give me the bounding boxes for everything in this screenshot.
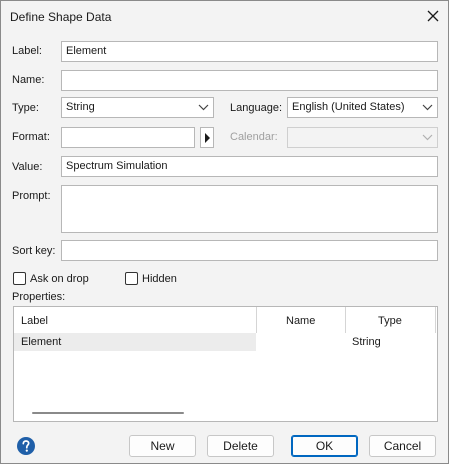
table-cell-label[interactable]: Element [21,336,61,348]
question-mark-icon [17,437,35,455]
ask-on-drop-checkbox[interactable] [13,272,26,285]
type-field-label: Type: [12,102,39,114]
chevron-down-icon [422,104,433,111]
play-triangle-icon [205,133,210,143]
help-button[interactable] [16,436,36,456]
prompt-textarea[interactable] [61,185,438,233]
prompt-field-label: Prompt: [12,190,51,202]
type-select[interactable]: String [61,97,214,118]
calendar-field-label: Calendar: [230,131,278,143]
name-input[interactable] [61,70,438,91]
ask-on-drop-label[interactable]: Ask on drop [30,273,89,285]
table-cell-type[interactable]: String [352,336,381,348]
horizontal-scrollbar[interactable] [32,412,184,414]
type-select-value: String [66,101,95,113]
language-select[interactable]: English (United States) [287,97,438,118]
label-input[interactable]: Element [61,41,438,62]
value-field-label: Value: [12,161,43,173]
column-header-type[interactable]: Type [378,307,402,333]
column-divider[interactable] [435,307,436,333]
name-field-label: Name: [12,74,45,86]
value-input[interactable]: Spectrum Simulation [61,156,438,177]
dialog-title: Define Shape Data [10,10,112,24]
label-field-label: Label: [12,45,42,57]
language-select-value: English (United States) [292,101,405,113]
format-field-label: Format: [12,131,50,143]
hidden-checkbox[interactable] [125,272,138,285]
language-field-label: Language: [230,102,282,114]
close-icon [427,10,439,22]
properties-table[interactable]: Label Name Type Element String [13,306,438,422]
chevron-down-icon [422,134,433,141]
column-header-label[interactable]: Label [21,307,48,333]
column-divider[interactable] [256,307,257,333]
new-button[interactable]: New [129,435,196,457]
delete-button[interactable]: Delete [207,435,274,457]
title-bar: Define Shape Data [1,1,448,33]
define-shape-data-dialog: Define Shape Data Label: Element Name: T… [0,0,449,464]
close-button[interactable] [418,1,448,33]
sort-key-field-label: Sort key: [12,245,56,257]
chevron-down-icon [198,104,209,111]
hidden-label[interactable]: Hidden [142,273,177,285]
sort-key-input[interactable] [61,240,438,261]
format-picker-button[interactable] [200,127,214,148]
ok-button[interactable]: OK [291,435,358,457]
properties-label: Properties: [12,291,66,303]
cancel-button[interactable]: Cancel [369,435,436,457]
column-header-name[interactable]: Name [286,307,315,333]
format-input[interactable] [61,127,195,148]
calendar-select [287,127,438,148]
column-divider[interactable] [345,307,346,333]
